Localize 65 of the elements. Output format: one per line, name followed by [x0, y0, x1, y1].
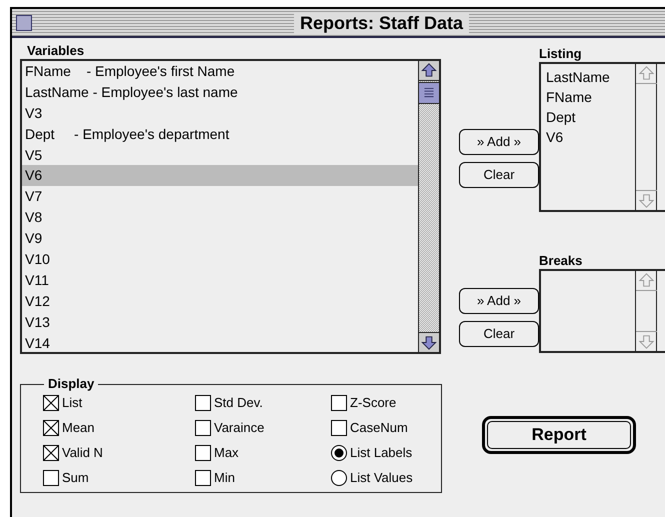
- option-label: Std Dev.: [214, 395, 263, 411]
- scroll-up-icon[interactable]: [636, 64, 657, 84]
- option-label: CaseNum: [350, 420, 408, 436]
- clear-button[interactable]: Clear: [459, 162, 539, 188]
- checkbox[interactable]: [43, 445, 59, 461]
- close-box[interactable]: [16, 14, 32, 30]
- list-item[interactable]: V12: [22, 290, 418, 312]
- option-label: Mean: [62, 420, 95, 436]
- section-label: Breaks: [539, 252, 582, 269]
- list-item[interactable]: V6: [22, 165, 418, 186]
- scroll-down-icon[interactable]: [419, 332, 439, 352]
- list-item[interactable]: LastName - Employee's last name: [22, 82, 418, 103]
- option-label: Varaince: [214, 420, 264, 436]
- option-label: Valid N: [62, 445, 103, 461]
- checkbox[interactable]: [331, 420, 347, 436]
- option-label: List Labels: [350, 445, 412, 461]
- list-item[interactable]: FName - Employee's first Name: [22, 61, 418, 82]
- add-button[interactable]: » Add »: [459, 129, 539, 155]
- list-item[interactable]: V11: [22, 270, 418, 291]
- checkbox[interactable]: [195, 470, 211, 486]
- checkbox[interactable]: [195, 445, 211, 461]
- window-title: Reports: Staff Data: [294, 12, 470, 34]
- list-item[interactable]: V3: [22, 102, 418, 124]
- scroll-down-icon[interactable]: [636, 190, 657, 210]
- scrollbar[interactable]: [418, 61, 439, 352]
- checkbox[interactable]: [43, 470, 59, 486]
- option-label: Sum: [62, 470, 89, 486]
- list-item[interactable]: V14: [22, 332, 418, 354]
- scroll-thumb[interactable]: [419, 82, 439, 104]
- scroll-up-icon[interactable]: [419, 61, 439, 81]
- checkbox[interactable]: [195, 420, 211, 436]
- report-button[interactable]: Report: [482, 416, 636, 454]
- list-item[interactable]: V5: [22, 144, 418, 166]
- list-item[interactable]: FName: [546, 87, 592, 107]
- list-item[interactable]: V6: [546, 127, 564, 147]
- listing-list[interactable]: LastName FName Dept V6: [539, 62, 665, 212]
- list-item[interactable]: V7: [22, 186, 418, 208]
- option-label: Max: [214, 445, 239, 461]
- checkbox[interactable]: [43, 420, 59, 436]
- option-label: List: [62, 395, 82, 411]
- variables-list[interactable]: FName - Employee's first Name LastName - Employee's last name V3 Dept - Employee's department V5 V6 V7 V8 V9 V10 V11 V12 V13 V14: [20, 59, 441, 354]
- section-label: Variables: [27, 42, 84, 59]
- checkbox[interactable]: [331, 395, 347, 411]
- list-item[interactable]: Dept - Employee's department: [22, 124, 418, 145]
- breaks-list[interactable]: [539, 269, 665, 353]
- list-item[interactable]: V13: [22, 312, 418, 333]
- option-label: List Values: [350, 470, 413, 486]
- clear-button[interactable]: Clear: [459, 321, 539, 347]
- checkbox[interactable]: [195, 395, 211, 411]
- scrollbar[interactable]: [635, 271, 657, 351]
- checkbox[interactable]: [43, 395, 59, 411]
- scrollbar[interactable]: [635, 64, 657, 210]
- list-item[interactable]: LastName: [546, 67, 610, 87]
- list-item[interactable]: V8: [22, 207, 418, 228]
- radio-button[interactable]: [331, 445, 347, 461]
- section-label: Listing: [539, 45, 582, 62]
- list-item[interactable]: Dept: [546, 107, 576, 127]
- scroll-up-icon[interactable]: [636, 271, 657, 291]
- add-button[interactable]: » Add »: [459, 288, 539, 314]
- list-item[interactable]: V9: [22, 228, 418, 250]
- scroll-down-icon[interactable]: [636, 331, 657, 351]
- option-label: Z-Score: [350, 395, 396, 411]
- option-label: Min: [214, 470, 235, 486]
- radio-button[interactable]: [331, 470, 347, 486]
- list-item[interactable]: V10: [22, 249, 418, 270]
